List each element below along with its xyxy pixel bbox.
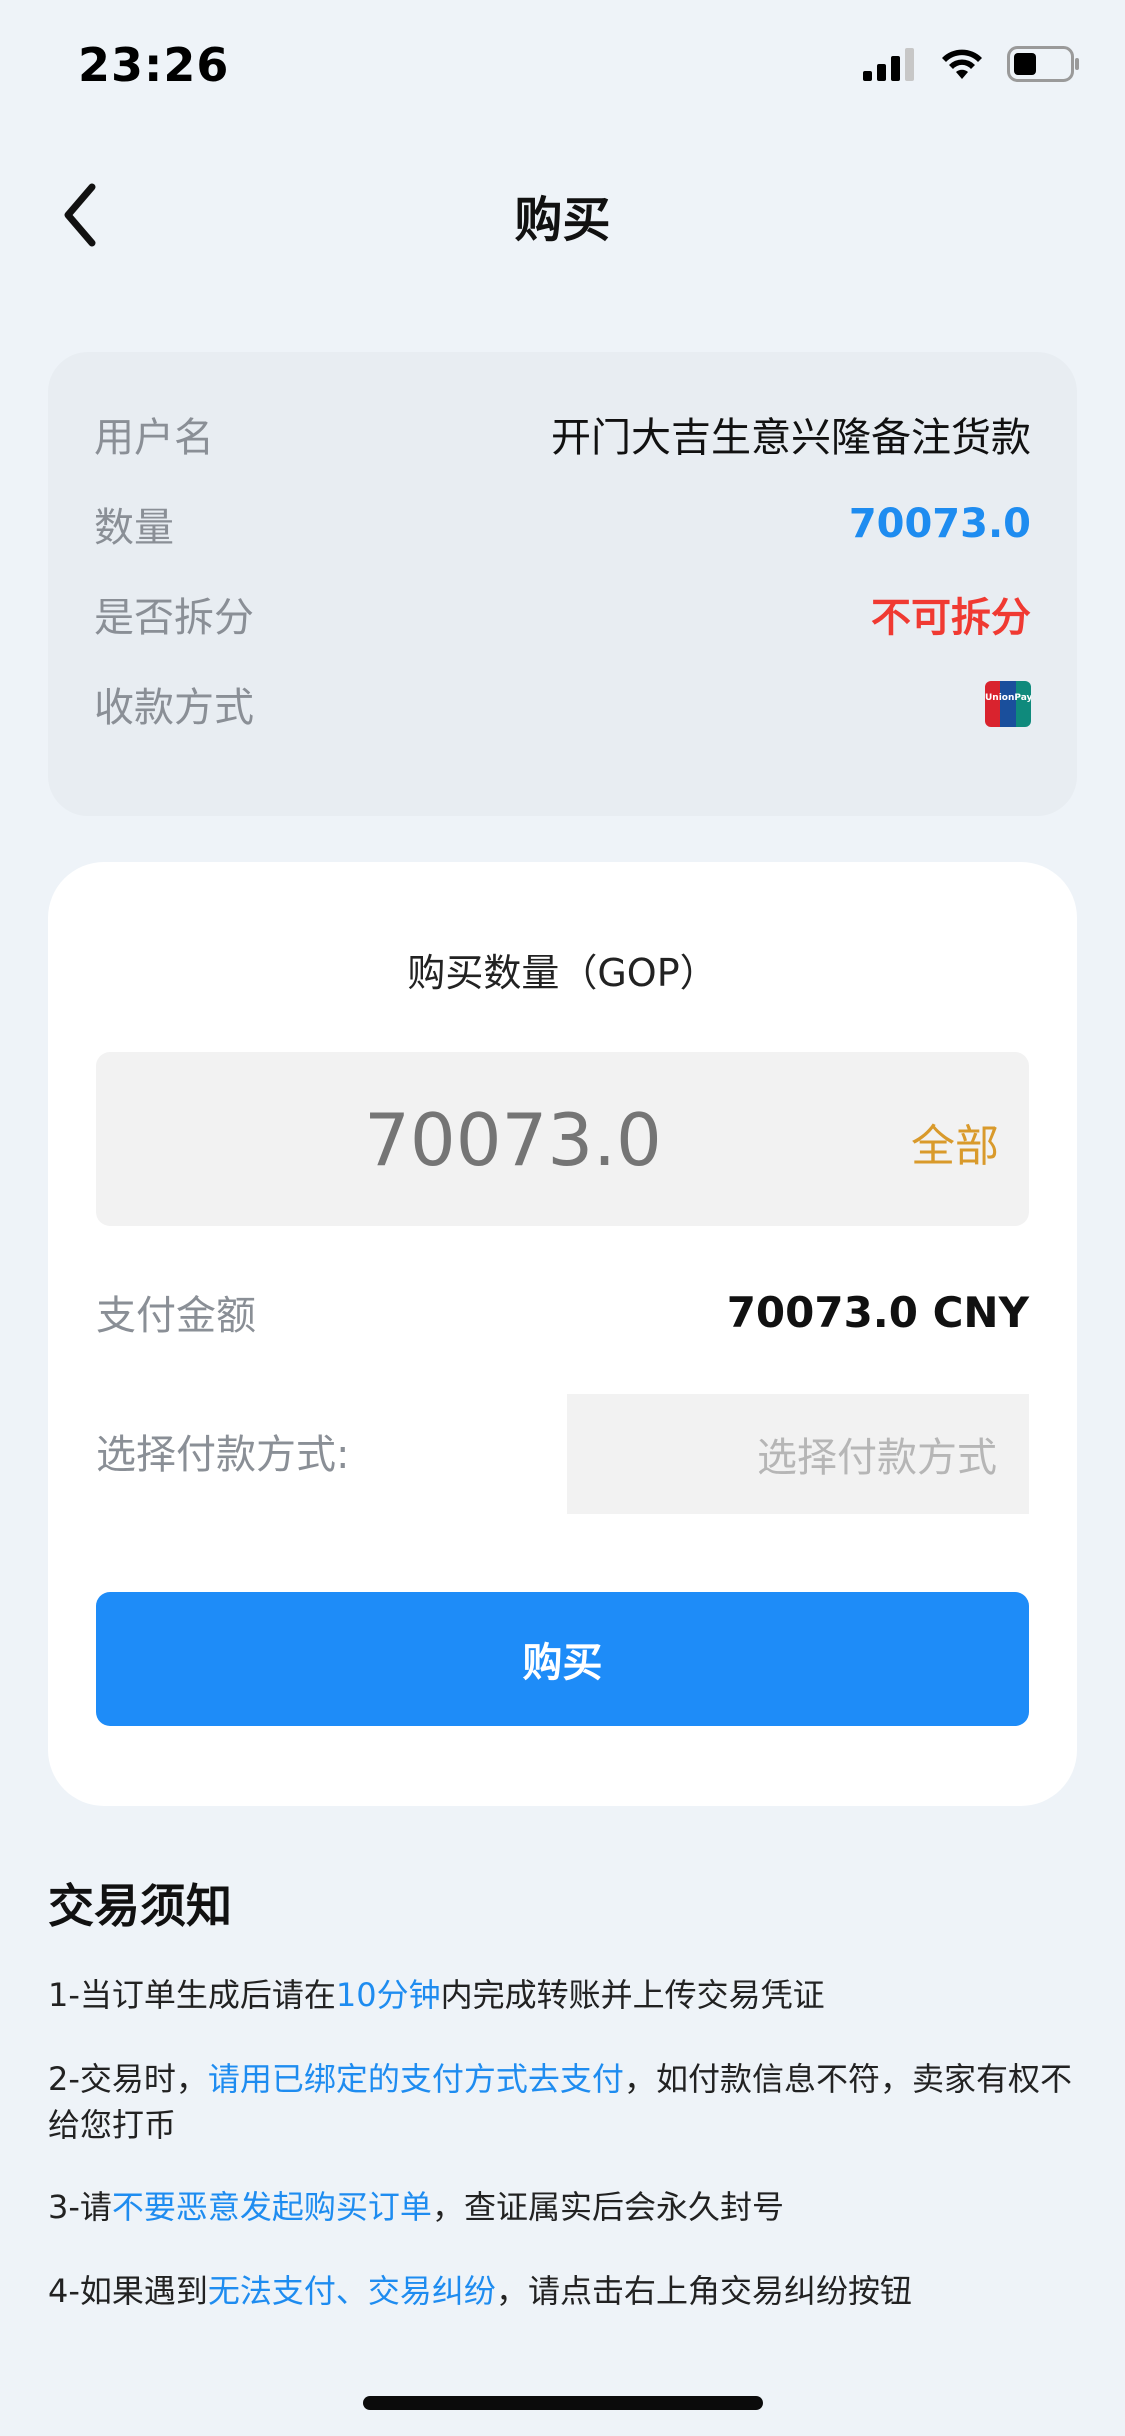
username-value: 开门大吉生意兴隆备注货款 [551, 415, 1031, 461]
purchase-card: 购买数量（GOP） 全部 支付金额 70073.0 CNY 选择付款方式: 选择… [48, 862, 1077, 1806]
seller-info-card: 用户名 开门大吉生意兴隆备注货款 数量 70073.0 是否拆分 不可拆分 收款… [48, 352, 1077, 816]
home-indicator[interactable] [363, 2396, 763, 2410]
notice-item-1: 1-当订单生成后请在10分钟内完成转账并上传交易凭证 [48, 1972, 1078, 2018]
payment-amount-label: 支付金额 [96, 1293, 256, 1339]
wifi-icon [942, 49, 982, 79]
notice-text: ，查证属实后会永久封号 [431, 2188, 784, 2226]
notice-title: 交易须知 [48, 1879, 232, 1933]
buy-button[interactable]: 购买 [96, 1592, 1029, 1726]
split-value: 不可拆分 [871, 595, 1031, 641]
select-method-label: 选择付款方式: [96, 1432, 350, 1478]
payment-amount-value: 70073.0 CNY [726, 1287, 1029, 1337]
purchase-quantity-heading: 购买数量（GOP） [407, 951, 718, 995]
notice-text: 4-如果遇到 [48, 2272, 208, 2310]
battery-icon [1007, 46, 1079, 82]
page-title: 购买 [514, 192, 611, 248]
notice-text: 内完成转账并上传交易凭证 [440, 1976, 825, 2014]
notice-text: 1-当订单生成后请在 [48, 1976, 336, 2014]
amount-box: 全部 [96, 1052, 1029, 1228]
notice-text: 3-请 [48, 2188, 112, 2226]
unionpay-icon: UnionPay [985, 681, 1031, 727]
username-label: 用户名 [94, 415, 214, 461]
notice-text: 2-交易时， [48, 2060, 208, 2098]
notice-text: ，请点击右上角交易纠纷按钮 [495, 2272, 912, 2310]
quantity-row: 数量 70073.0 [94, 489, 1031, 559]
unionpay-text: UnionPay [985, 693, 1031, 703]
amount-input[interactable] [96, 1052, 930, 1228]
all-button[interactable]: 全部 [911, 1110, 999, 1174]
notice-highlight: 10分钟 [335, 1976, 441, 2014]
notice-item-4: 4-如果遇到无法支付、交易纠纷，请点击右上角交易纠纷按钮 [48, 2268, 1078, 2314]
notice-highlight: 请用已绑定的支付方式去支付 [207, 2060, 624, 2098]
username-row: 用户名 开门大吉生意兴隆备注货款 [94, 399, 1031, 469]
notice-item-3: 3-请不要恶意发起购买订单，查证属实后会永久封号 [48, 2184, 1078, 2230]
notice-highlight: 不要恶意发起购买订单 [111, 2188, 432, 2226]
split-row: 是否拆分 不可拆分 [94, 579, 1031, 649]
split-label: 是否拆分 [94, 595, 254, 641]
status-bar: 23:26 [0, 0, 1125, 140]
status-icons [863, 46, 1081, 82]
payment-method-select[interactable]: 选择付款方式 [567, 1394, 1029, 1514]
status-time: 23:26 [78, 38, 230, 92]
quantity-label: 数量 [94, 505, 174, 551]
notice-item-2: 2-交易时，请用已绑定的支付方式去支付，如付款信息不符，卖家有权不给您打币 [48, 2056, 1078, 2148]
quantity-value: 70073.0 [848, 501, 1031, 547]
payment-method-row: 收款方式 UnionPay [94, 669, 1031, 739]
payment-method-label: 收款方式 [94, 685, 254, 731]
payment-amount-row: 支付金额 70073.0 CNY [96, 1272, 1029, 1352]
cellular-signal-icon [863, 48, 914, 81]
notice-highlight: 无法支付、交易纠纷 [207, 2272, 496, 2310]
